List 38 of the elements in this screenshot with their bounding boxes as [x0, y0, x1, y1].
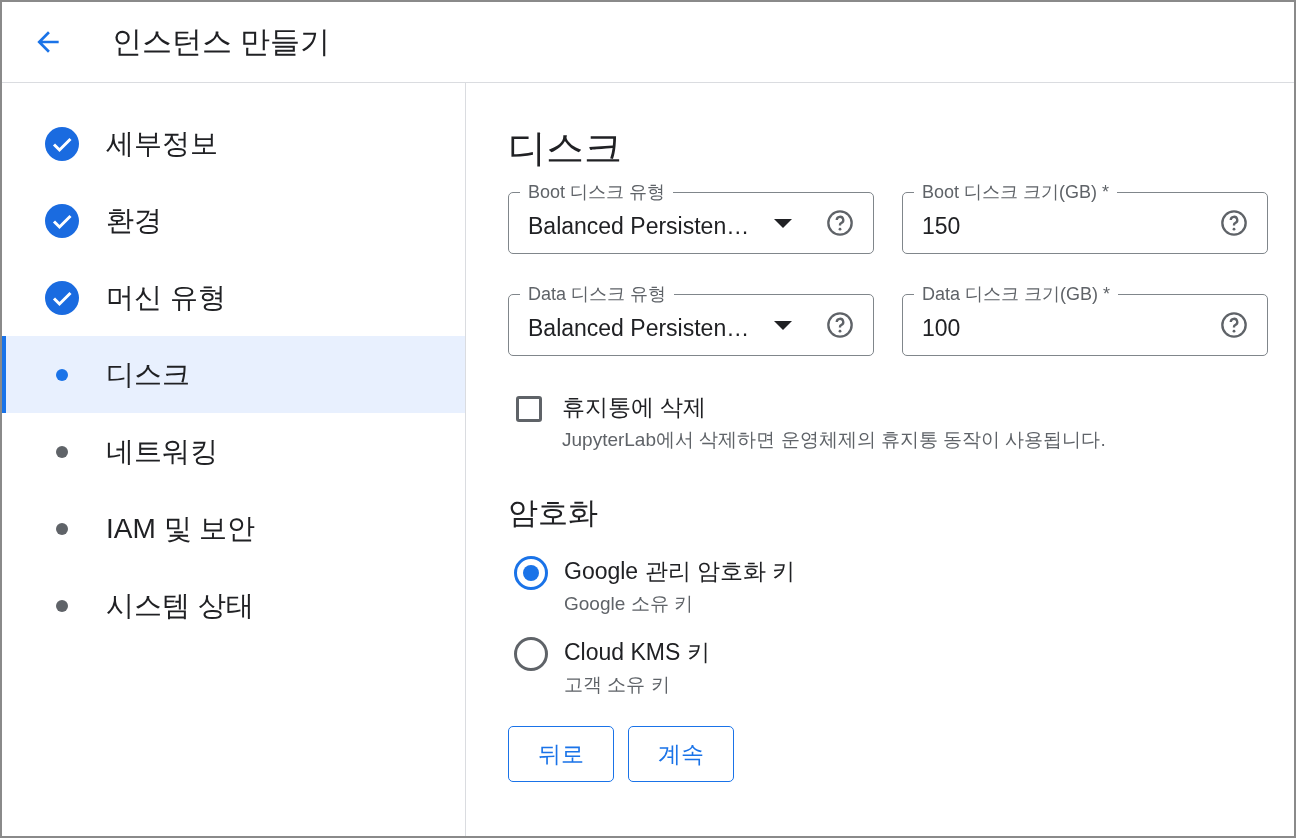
radio-button[interactable]	[514, 637, 548, 671]
checkbox[interactable]	[516, 396, 542, 422]
radio-label: Google 관리 암호화 키	[564, 557, 796, 586]
radio-label: Cloud KMS 키	[564, 638, 710, 667]
radio-button[interactable]	[514, 556, 548, 590]
help-icon[interactable]	[826, 311, 854, 339]
radio-description: Google 소유 키	[564, 592, 694, 616]
help-icon[interactable]	[826, 209, 854, 237]
step-item[interactable]: 환경	[2, 182, 465, 259]
step-dot-icon	[56, 445, 68, 458]
dropdown-caret-icon	[774, 320, 792, 330]
step-item[interactable]: IAM 및 보안	[2, 490, 465, 567]
step-item[interactable]: 머신 유형	[2, 259, 465, 336]
step-item[interactable]: 시스템 상태	[2, 567, 465, 644]
step-dot-icon	[56, 368, 68, 381]
continue-button[interactable]: 계속	[628, 726, 734, 782]
input-field[interactable]: Boot 디스크 유형 Balanced Persisten…	[508, 180, 874, 254]
step-dot-icon	[56, 599, 68, 612]
back-button[interactable]: 뒤로	[508, 726, 614, 782]
check-circle-icon	[44, 279, 80, 316]
step-item[interactable]: 디스크	[2, 336, 465, 413]
page-title: 인스턴스 만들기	[112, 23, 331, 60]
step-item[interactable]: 세부정보	[2, 105, 465, 182]
checkbox-description: JupyterLab에서 삭제하면 운영체제의 휴지통 동작이 사용됩니다.	[562, 428, 1106, 452]
radio-description: 고객 소유 키	[564, 673, 671, 697]
section-title: 디스크	[508, 126, 623, 171]
step-item[interactable]: 네트워킹	[2, 413, 465, 490]
encryption-title: 암호화	[508, 495, 599, 531]
check-circle-icon	[44, 202, 80, 239]
step-dot-icon	[56, 522, 68, 535]
help-icon[interactable]	[1220, 311, 1248, 339]
checkbox-label: 휴지통에 삭제	[562, 393, 708, 422]
input-field[interactable]: Data 디스크 유형 Balanced Persisten…	[508, 282, 874, 356]
dropdown-caret-icon	[774, 218, 792, 228]
input-field[interactable]: Boot 디스크 크기(GB) * 150	[902, 180, 1268, 254]
check-circle-icon	[44, 125, 80, 162]
input-field[interactable]: Data 디스크 크기(GB) * 100	[902, 282, 1268, 356]
help-icon[interactable]	[1220, 209, 1248, 237]
